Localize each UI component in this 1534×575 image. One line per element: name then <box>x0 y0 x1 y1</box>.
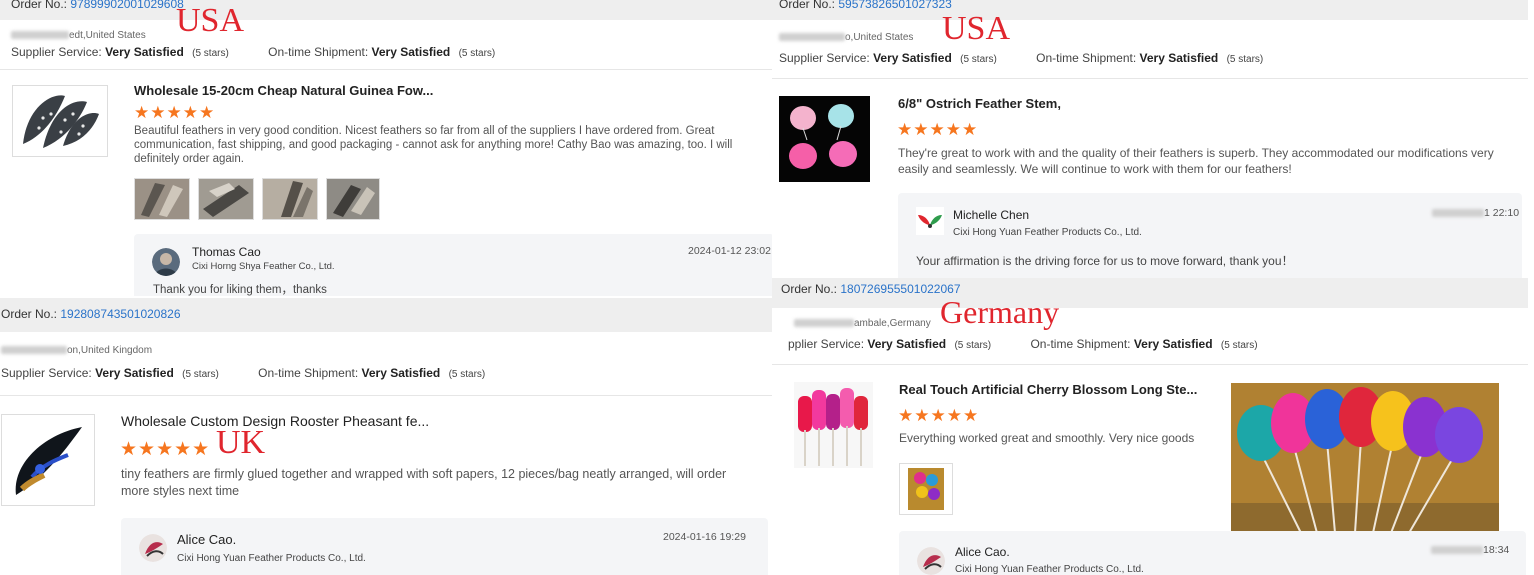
product-thumbnail[interactable] <box>12 85 108 157</box>
order-number-link[interactable]: 97899902001029608 <box>70 0 183 11</box>
seller-name: Alice Cao. <box>955 545 1010 559</box>
seller-avatar <box>916 207 944 235</box>
order-label: Order No.: <box>11 0 68 11</box>
review-photo[interactable] <box>262 178 318 220</box>
order-label: Order No.: <box>779 0 836 11</box>
service-ratings: Supplier Service: Very Satisfied (5 star… <box>11 45 496 59</box>
reply-text: Your affirmation is the driving force fo… <box>916 254 1294 268</box>
seller-reply: Michelle Chen Cixi Hong Yuan Feather Pro… <box>898 193 1522 278</box>
buyer-location: on,United Kingdom <box>1 345 152 356</box>
review-photo[interactable] <box>134 178 190 220</box>
rating-stars: ★★★★★ <box>897 120 979 139</box>
blurred-buyer-name <box>11 31 69 40</box>
service-ratings: pplier Service: Very Satisfied (5 stars)… <box>788 337 1258 351</box>
review-photo-large[interactable] <box>1231 383 1499 539</box>
review-photo[interactable] <box>326 178 380 220</box>
review-panel-uk: Order No.: 192808743501020826 on,United … <box>0 298 772 575</box>
product-thumbnail[interactable] <box>779 96 870 182</box>
review-photo[interactable] <box>899 463 953 515</box>
seller-reply: Alice Cao. Cixi Hong Yuan Feather Produc… <box>121 518 768 575</box>
seller-company: Cixi Hong Yuan Feather Products Co., Ltd… <box>955 564 1144 575</box>
order-number-link[interactable]: 192808743501020826 <box>60 307 180 321</box>
service-ratings: Supplier Service: Very Satisfied (5 star… <box>1 366 486 380</box>
review-panel-usa-1: Order No.: 97899902001029608 USA edt,Uni… <box>0 0 772 296</box>
order-bar: Order No.: 59573826501027323 <box>772 0 1528 20</box>
seller-company: Cixi Hong Yuan Feather Products Co., Ltd… <box>953 227 1142 238</box>
seller-name: Thomas Cao <box>192 245 261 259</box>
product-title-link[interactable]: Wholesale 15-20cm Cheap Natural Guinea F… <box>134 83 433 98</box>
reply-date: 18:34 <box>1431 544 1509 556</box>
order-label: Order No.: <box>1 307 58 321</box>
seller-avatar <box>917 547 945 575</box>
seller-name: Michelle Chen <box>953 208 1030 222</box>
product-thumbnail[interactable] <box>1 414 95 506</box>
divider <box>772 364 1528 365</box>
divider <box>0 395 772 396</box>
blurred-buyer-name <box>794 319 854 328</box>
order-bar: Order No.: 192808743501020826 <box>0 298 772 332</box>
country-tag: USA <box>942 10 1011 47</box>
order-bar: Order No.: 180726955501022067 <box>772 278 1528 308</box>
review-panel-usa-2: Order No.: 59573826501027323 USA o,Unite… <box>772 0 1528 278</box>
divider <box>772 78 1528 79</box>
product-thumbnail[interactable] <box>794 382 873 468</box>
blurred-date <box>1432 209 1484 218</box>
review-panel-germany: Order No.: 180726955501022067 ambale,Ger… <box>772 278 1528 575</box>
service-ratings: Supplier Service: Very Satisfied (5 star… <box>779 51 1264 65</box>
order-bar: Order No.: 97899902001029608 <box>0 0 772 20</box>
review-text: They're great to work with and the quali… <box>898 146 1494 176</box>
reply-text: Thank you for liking them，thanks <box>153 284 327 296</box>
blurred-buyer-name <box>779 33 845 42</box>
seller-company: Cixi Horng Shya Feather Co., Ltd. <box>192 261 335 272</box>
seller-company: Cixi Hong Yuan Feather Products Co., Ltd… <box>177 553 366 564</box>
reply-date: 2024-01-12 23:02 <box>688 245 771 257</box>
blurred-date <box>1431 546 1483 555</box>
seller-name: Alice Cao. <box>177 532 237 547</box>
reply-date: 1 22:10 <box>1432 207 1519 219</box>
seller-reply: Alice Cao. Cixi Hong Yuan Feather Produc… <box>899 531 1526 575</box>
divider <box>0 69 772 70</box>
reply-date: 2024-01-16 19:29 <box>663 531 746 543</box>
product-title-link[interactable]: 6/8" Ostrich Feather Stem, <box>898 96 1061 111</box>
rating-stars: ★★★★★ <box>898 406 980 425</box>
order-label: Order No.: <box>781 282 838 296</box>
review-text: tiny feathers are firmly glued together … <box>121 467 727 498</box>
seller-reply: Thomas Cao Cixi Horng Shya Feather Co., … <box>134 234 772 296</box>
product-title-link[interactable]: Wholesale Custom Design Rooster Pheasant… <box>121 413 429 429</box>
blurred-buyer-name <box>1 346 67 355</box>
order-number-link[interactable]: 59573826501027323 <box>838 0 951 11</box>
seller-avatar <box>152 248 180 276</box>
seller-avatar <box>139 534 167 562</box>
review-text: Everything worked great and smoothly. Ve… <box>899 431 1195 445</box>
country-tag: UK <box>216 424 266 461</box>
review-photo[interactable] <box>198 178 254 220</box>
rating-stars: ★★★★★ <box>120 439 211 460</box>
buyer-location: edt,United States <box>11 30 146 41</box>
rating-stars: ★★★★★ <box>134 103 216 122</box>
review-text: Beautiful feathers in very good conditio… <box>134 125 733 165</box>
country-tag: Germany <box>940 294 1060 330</box>
buyer-location: ambale,Germany <box>794 318 931 329</box>
product-title-link[interactable]: Real Touch Artificial Cherry Blossom Lon… <box>899 382 1197 397</box>
country-tag: USA <box>176 2 245 39</box>
buyer-location: o,United States <box>779 32 913 43</box>
